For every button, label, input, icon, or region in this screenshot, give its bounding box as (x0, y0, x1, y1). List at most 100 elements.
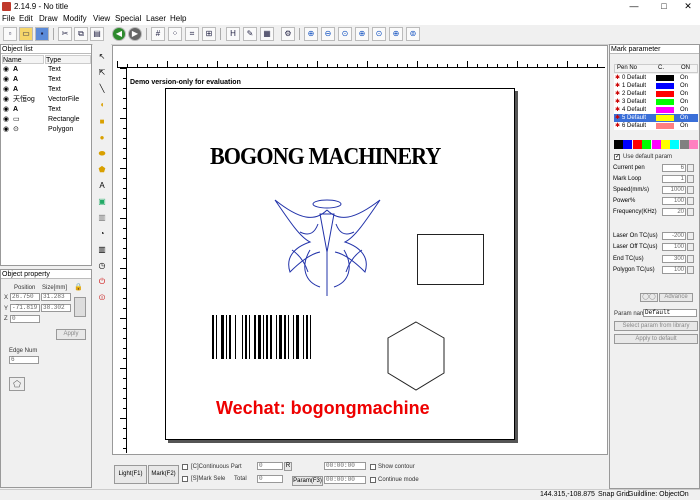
param-value-field[interactable]: 100 (662, 197, 686, 205)
grid-icon[interactable]: # (151, 27, 165, 41)
close-button[interactable]: ✕ (678, 0, 698, 13)
continuous-part-checkbox[interactable] (182, 464, 188, 470)
polygon-object[interactable] (386, 320, 446, 392)
apply-button[interactable]: Apply (56, 329, 86, 340)
param-spinner[interactable] (687, 266, 694, 274)
pen-on-status[interactable]: On (680, 114, 688, 122)
vector-icon[interactable]: ▥ (95, 211, 109, 224)
minimize-button[interactable]: — (624, 0, 644, 13)
palette-color[interactable] (623, 140, 633, 149)
cut-icon[interactable]: ✂ (58, 27, 72, 41)
pen-color-swatch[interactable] (656, 83, 674, 89)
zoom-in-icon[interactable]: ⊕ (304, 27, 318, 41)
polygon-icon[interactable]: ⬟ (95, 163, 109, 176)
param-spinner[interactable] (687, 255, 694, 263)
line-icon[interactable]: ╲ (95, 82, 109, 95)
group-icon[interactable]: ⊞ (202, 27, 216, 41)
eye-icon[interactable]: ◉ (3, 75, 9, 85)
barcode-object[interactable] (212, 315, 311, 359)
list-item[interactable]: ◉ ▭ Rectangle (2, 115, 90, 125)
polygon-shape-icon[interactable]: ⬠ (9, 377, 25, 391)
list-item[interactable]: ◉ A Text (2, 85, 90, 95)
menu-file[interactable]: File (2, 14, 15, 24)
circle-icon[interactable]: ● (95, 131, 109, 144)
menu-view[interactable]: View (93, 14, 110, 24)
x-position-field[interactable]: 26.750 (10, 293, 40, 301)
pen-on-status[interactable]: On (680, 122, 688, 130)
select-icon[interactable]: ↖ (95, 50, 109, 63)
curve-icon[interactable]: ◖ (95, 98, 109, 111)
logo-vector-object[interactable] (270, 192, 385, 298)
palette-color[interactable] (661, 140, 670, 149)
select-param-library-button[interactable]: Select param from library (614, 321, 698, 331)
edge-num-field[interactable]: 6 (9, 356, 39, 364)
pen-row[interactable]: ✱ 1 Default On (614, 82, 698, 90)
eye-icon[interactable]: ◉ (3, 65, 9, 75)
table-icon[interactable]: ▦ (260, 27, 274, 41)
node-icon[interactable]: ⁘ (168, 27, 182, 41)
eye-icon[interactable]: ◉ (3, 105, 9, 115)
barcode-icon[interactable]: ▥ (95, 243, 109, 256)
mark-button[interactable]: Mark(F2) (148, 465, 179, 484)
settings-icon[interactable]: ⚙ (281, 27, 295, 41)
param-value-field[interactable]: 20 (662, 208, 686, 216)
pen-on-status[interactable]: On (680, 74, 688, 82)
undo-icon[interactable]: ◀ (112, 27, 126, 41)
palette-color[interactable] (614, 140, 623, 149)
menu-help[interactable]: Help (170, 14, 186, 24)
param-spinner[interactable] (687, 197, 694, 205)
list-item[interactable]: ◉ ⊙ Polygon (2, 125, 90, 135)
text-icon[interactable]: A (95, 179, 109, 192)
save-icon[interactable]: ▪ (35, 27, 49, 41)
anchor-grid-icon[interactable] (74, 297, 86, 317)
pen-row[interactable]: ✱ 5 Default On (614, 114, 698, 122)
palette-color[interactable] (670, 140, 680, 149)
param-value-field[interactable]: -200 (662, 232, 686, 240)
pen-row[interactable]: ✱ 3 Default On (614, 98, 698, 106)
menu-modify[interactable]: Modify (63, 14, 87, 24)
eye-icon[interactable]: ◉ (3, 125, 9, 135)
pen-color-swatch[interactable] (656, 107, 674, 113)
param-spinner[interactable] (687, 232, 694, 240)
total-count-field[interactable]: 0 (257, 475, 283, 483)
node-select-icon[interactable]: ⇱ (95, 66, 109, 79)
menu-edit[interactable]: Edit (19, 14, 33, 24)
copy-icon[interactable]: ⧉ (74, 27, 88, 41)
eye-icon[interactable]: ◉ (3, 95, 9, 105)
pen-on-status[interactable]: On (680, 98, 688, 106)
z-position-field[interactable]: 0 (10, 315, 40, 323)
rectangle-object[interactable] (417, 234, 484, 285)
list-item[interactable]: ◉ A Text (2, 65, 90, 75)
advance-button[interactable]: Advance (659, 293, 693, 302)
part-count-field[interactable]: 0 (257, 462, 283, 470)
list-item[interactable]: ◉ A Text (2, 105, 90, 115)
pen-color-swatch[interactable] (656, 91, 674, 97)
param-value-field[interactable]: 100 (662, 243, 686, 251)
rectangle-icon[interactable]: ■ (95, 115, 109, 128)
palette-color[interactable] (632, 140, 642, 149)
reset-button[interactable]: R (284, 462, 292, 471)
mark-sele-checkbox[interactable] (182, 476, 188, 482)
menu-special[interactable]: Special (115, 14, 141, 24)
wechat-text-object[interactable]: Wechat: bogongmachine (216, 398, 430, 419)
use-default-checkbox[interactable]: ✓ (614, 154, 620, 160)
pen-on-status[interactable]: On (680, 82, 688, 90)
pen-color-swatch[interactable] (656, 115, 674, 121)
palette-color[interactable] (651, 140, 661, 149)
param-value-field[interactable]: 1 (662, 175, 686, 183)
zoom-box-icon[interactable]: ⊕ (389, 27, 403, 41)
pen-color-swatch[interactable] (656, 75, 674, 81)
param-value-field[interactable]: 1000 (662, 186, 686, 194)
param-spinner[interactable] (687, 208, 694, 216)
edit-node-icon[interactable]: ✎ (243, 27, 257, 41)
col-type-header[interactable]: Type (45, 55, 91, 64)
ellipse-icon[interactable]: ⬬ (95, 147, 109, 160)
pen-row[interactable]: ✱ 2 Default On (614, 90, 698, 98)
lock-icon[interactable]: 🔒 (74, 283, 84, 291)
bitmap-icon[interactable]: ▣ (95, 195, 109, 208)
zoom-page-icon[interactable]: ⊕ (355, 27, 369, 41)
snap-icon[interactable]: ⌗ (185, 27, 199, 41)
maximize-button[interactable]: □ (654, 0, 674, 13)
pen-row[interactable]: ✱ 0 Default On (614, 74, 698, 82)
param-spinner[interactable] (687, 186, 694, 194)
